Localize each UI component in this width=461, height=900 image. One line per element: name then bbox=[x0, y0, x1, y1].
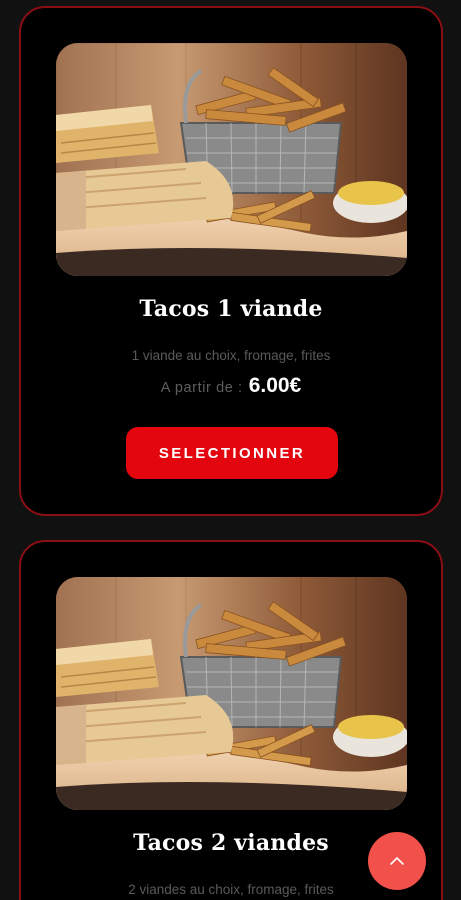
price-row: A partir de : 6.00€ bbox=[21, 374, 441, 404]
product-title: Tacos 1 viande bbox=[139, 296, 323, 322]
product-description: 1 viande au choix, fromage, frites bbox=[131, 348, 331, 363]
product-card: Tacos 1 viande 1 viande au choix, fromag… bbox=[19, 6, 443, 516]
menu-page: Tacos 1 viande 1 viande au choix, fromag… bbox=[0, 0, 461, 900]
product-description: 2 viandes au choix, fromage, frites bbox=[128, 882, 334, 897]
tacos-fries-photo-icon bbox=[56, 577, 407, 810]
chevron-up-icon bbox=[390, 857, 404, 865]
product-image bbox=[56, 577, 407, 810]
price-label: A partir de : bbox=[160, 380, 243, 396]
scroll-to-top-button[interactable] bbox=[368, 832, 426, 890]
price-value: 6.00€ bbox=[248, 374, 302, 397]
select-button[interactable]: SELECTIONNER bbox=[126, 427, 338, 479]
tacos-fries-photo-icon bbox=[56, 43, 407, 276]
product-image bbox=[56, 43, 407, 276]
